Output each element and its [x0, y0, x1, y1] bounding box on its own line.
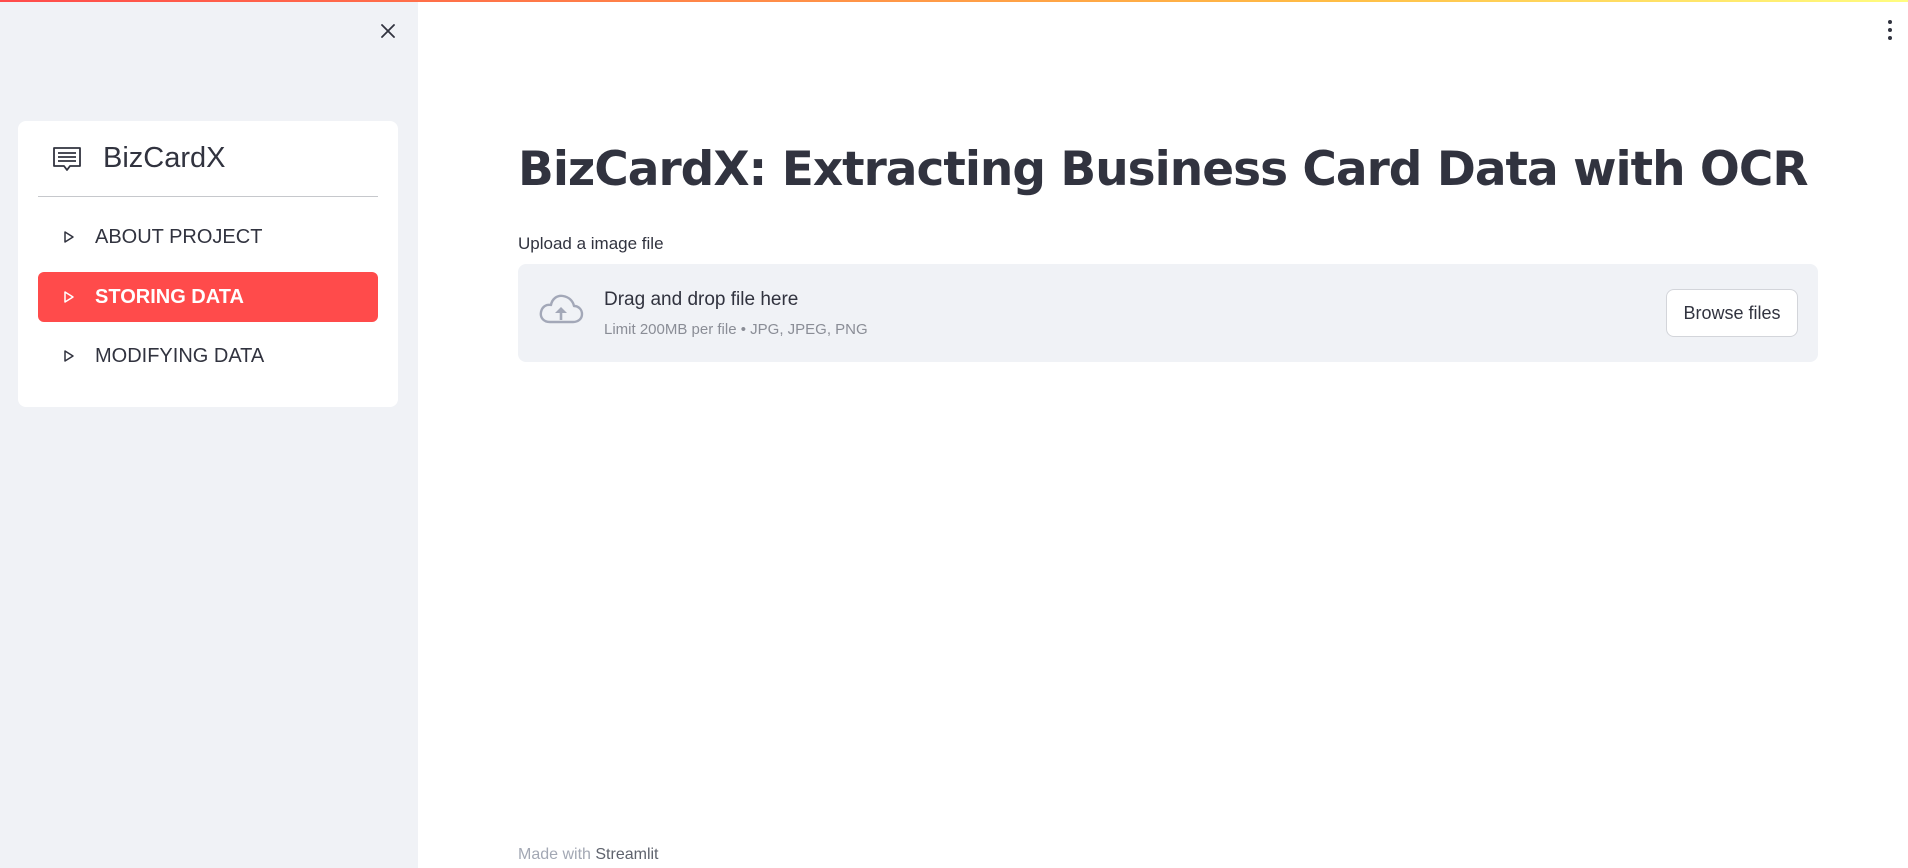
option-menu-title: BizCardX: [103, 142, 226, 174]
top-decoration: [0, 0, 1908, 2]
nav-item-modifying-data[interactable]: MODIFYING DATA: [38, 331, 378, 381]
app-root: BizCardX ABOUT PROJECT STORING DATA MODI…: [0, 0, 1908, 868]
close-icon: [381, 24, 395, 38]
nav-item-storing-data[interactable]: STORING DATA: [38, 272, 378, 322]
option-menu-header: BizCardX: [38, 121, 378, 197]
page-title: BizCardX: Extracting Business Card Data …: [518, 142, 1809, 197]
file-dropzone[interactable]: Drag and drop file here Limit 200MB per …: [518, 264, 1818, 362]
sidebar-close-button[interactable]: [372, 16, 404, 46]
kebab-dot: [1888, 36, 1892, 40]
footer: Made with Streamlit: [518, 846, 659, 864]
footer-prefix: Made with: [518, 846, 591, 863]
play-outline-icon: [64, 291, 74, 303]
footer-brand-link[interactable]: Streamlit: [595, 846, 658, 863]
nav-item-label: MODIFYING DATA: [95, 344, 265, 367]
menu-card-icon: [53, 146, 81, 171]
kebab-dot: [1888, 28, 1892, 32]
cloud-upload-icon: [539, 294, 584, 324]
dropzone-instructions: Drag and drop file here: [604, 289, 799, 310]
dropzone-limits: Limit 200MB per file • JPG, JPEG, PNG: [604, 321, 868, 338]
nav-item-label: STORING DATA: [95, 285, 244, 308]
option-menu: BizCardX ABOUT PROJECT STORING DATA MODI…: [18, 121, 398, 407]
file-uploader-label: Upload a image file: [518, 234, 664, 253]
sidebar: BizCardX ABOUT PROJECT STORING DATA MODI…: [0, 0, 418, 868]
nav-item-label: ABOUT PROJECT: [95, 225, 263, 248]
browse-files-button[interactable]: Browse files: [1666, 289, 1798, 337]
kebab-dot: [1888, 20, 1892, 24]
play-outline-icon: [64, 231, 74, 243]
main-menu-button[interactable]: [1884, 18, 1896, 42]
play-outline-icon: [64, 350, 74, 362]
nav-item-about-project[interactable]: ABOUT PROJECT: [38, 212, 378, 262]
